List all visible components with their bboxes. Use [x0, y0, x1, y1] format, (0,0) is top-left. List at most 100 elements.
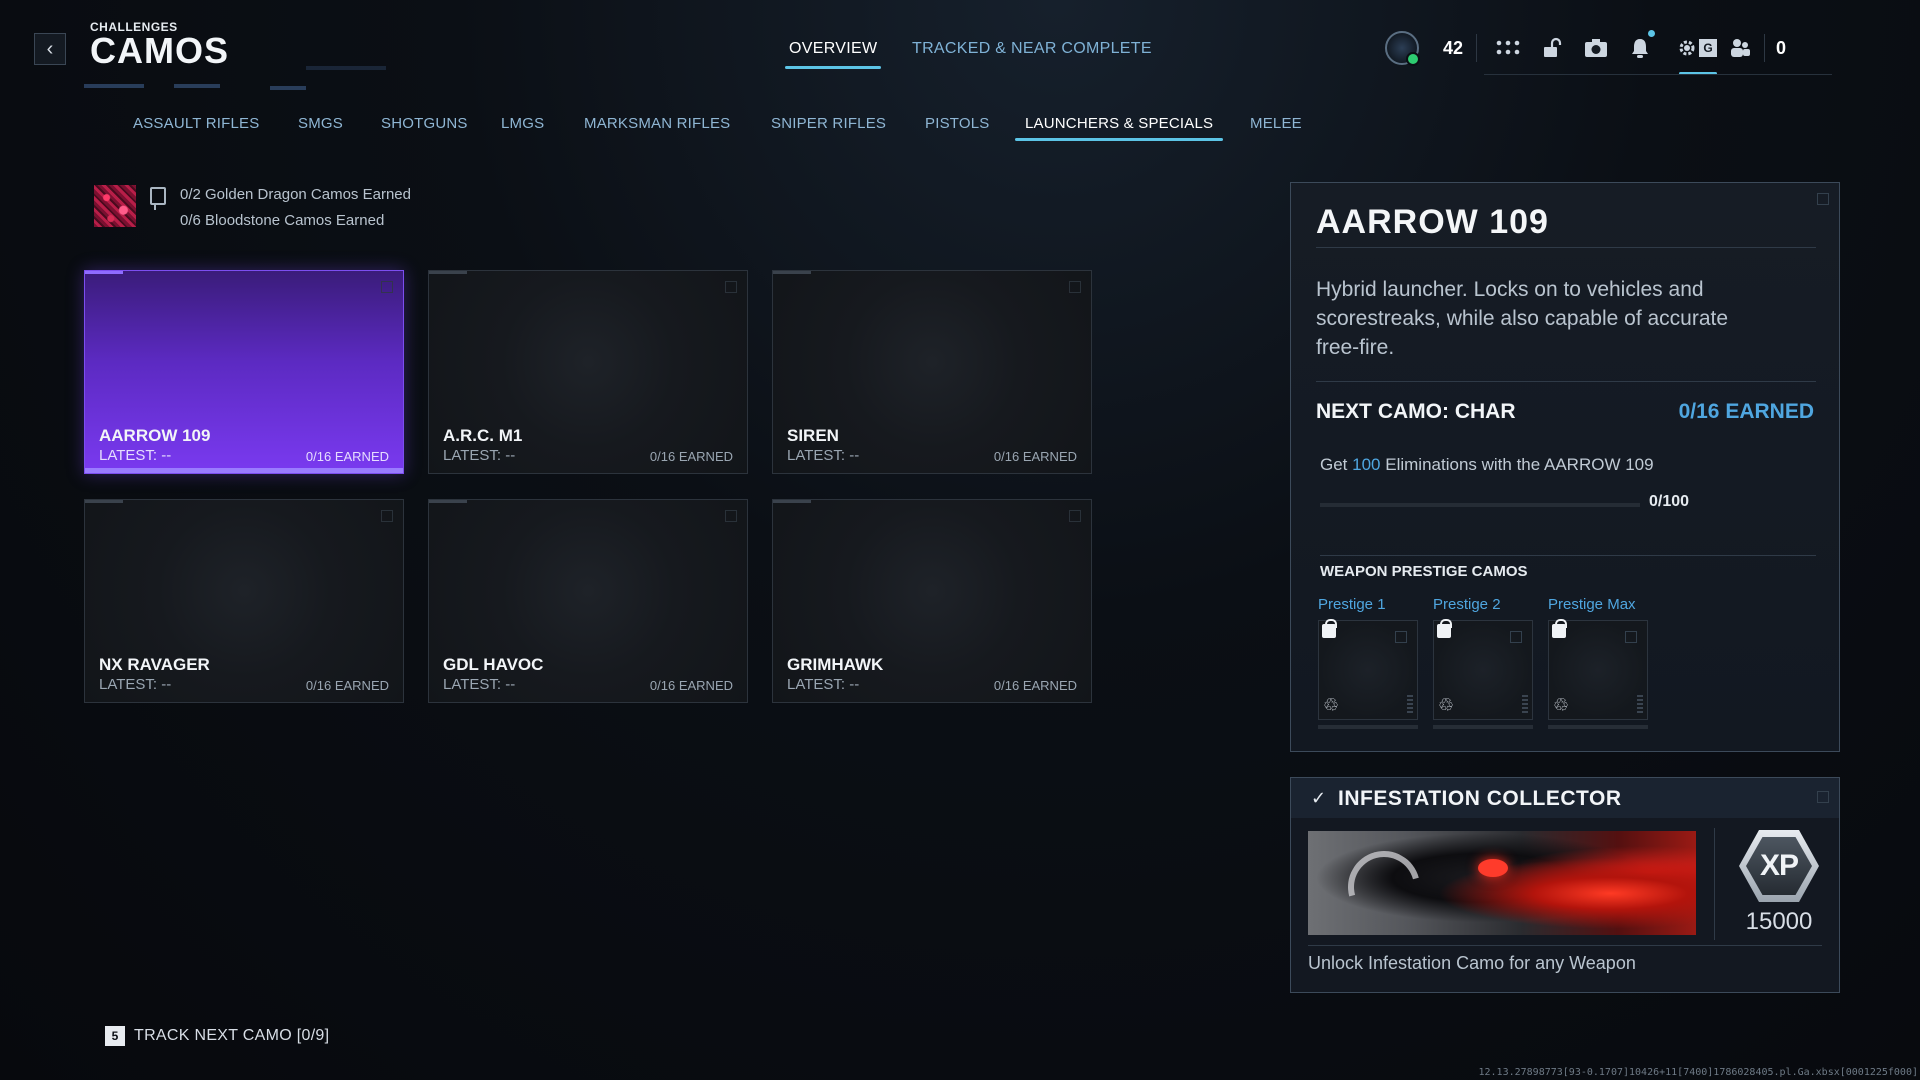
card-corner-icon [1069, 281, 1081, 293]
card-corner-icon [381, 281, 393, 293]
player-level: 42 [1442, 37, 1464, 58]
prestige-2-label: Prestige 2 [1433, 596, 1501, 613]
prestige-2-progress-bar [1433, 725, 1533, 729]
notification-dot [1648, 30, 1655, 37]
category-tab-assault-rifles[interactable]: ASSAULT RIFLES [133, 115, 259, 132]
weapon-card-nx-ravager[interactable]: NX RAVAGER LATEST: -- 0/16 EARNED [84, 499, 404, 703]
challenge-suffix: Eliminations with the AARROW 109 [1385, 455, 1654, 474]
panel-corner-icon [1817, 193, 1829, 205]
category-tab-marksman-rifles[interactable]: MARKSMAN RIFLES [584, 115, 730, 132]
title-glitch-decoration [84, 84, 144, 88]
prestige-1-camo-tile[interactable]: ♲ [1318, 619, 1418, 720]
tile-corner-icon [1395, 631, 1407, 643]
detail-description: Hybrid launcher. Locks on to vehicles an… [1316, 278, 1729, 359]
settings-badge: G [1699, 39, 1717, 57]
unlock-icon[interactable] [1534, 30, 1570, 66]
weapon-card-grimhawk[interactable]: GRIMHAWK LATEST: -- 0/16 EARNED [772, 499, 1092, 703]
grid-menu-icon[interactable] [1490, 30, 1526, 66]
challenge-prefix: Get [1320, 455, 1348, 474]
card-corner-icon [381, 510, 393, 522]
weapon-latest: LATEST: -- [787, 447, 860, 464]
category-tab-shotguns[interactable]: SHOTGUNS [381, 115, 468, 132]
next-camo-earned: 0/16 EARNED [1678, 400, 1814, 423]
track-next-camo-button[interactable]: 5 TRACK NEXT CAMO [0/9] [105, 1026, 329, 1046]
weapon-card-arc-m1[interactable]: A.R.C. M1 LATEST: -- 0/16 EARNED [428, 270, 748, 474]
card-corner-icon [725, 281, 737, 293]
weapon-card-gdl-havoc[interactable]: GDL HAVOC LATEST: -- 0/16 EARNED [428, 499, 748, 703]
weapon-name: SIREN [787, 426, 839, 445]
weapon-detail-panel: AARROW 109 Hybrid launcher. Locks on to … [1290, 182, 1840, 752]
prestige-1-label: Prestige 1 [1318, 596, 1386, 613]
weapon-earned: 0/16 EARNED [305, 678, 389, 693]
weapon-latest: LATEST: -- [443, 447, 516, 464]
reward-header: ✓ INFESTATION COLLECTOR [1291, 778, 1839, 818]
tile-side-decoration [1522, 695, 1528, 713]
infestation-camo-artwork [1308, 831, 1696, 935]
weapon-name: GRIMHAWK [787, 655, 884, 674]
xp-label: XP [1746, 837, 1812, 895]
track-next-camo-label: TRACK NEXT CAMO [0/9] [134, 1027, 330, 1044]
camo-challenge-text: Get 100 Eliminations with the AARROW 109 [1320, 455, 1654, 475]
tile-side-decoration [1407, 695, 1413, 713]
level-badge-icon[interactable] [1382, 30, 1422, 66]
panel-corner-icon [1817, 791, 1829, 803]
reward-title: INFESTATION COLLECTOR [1338, 787, 1622, 810]
lock-icon [1322, 619, 1337, 638]
card-corner-icon [725, 510, 737, 522]
currency-count: 0 [1775, 37, 1786, 58]
status-underline [1484, 74, 1832, 75]
tab-overview[interactable]: OVERVIEW [784, 40, 882, 69]
challenge-progress-text: 0/100 [1649, 493, 1690, 510]
weapon-name: AARROW 109 [99, 426, 211, 445]
category-tab-pistols[interactable]: PISTOLS [925, 115, 989, 132]
lock-icon [1552, 619, 1567, 638]
xp-badge-icon: XP [1736, 828, 1822, 904]
category-tab-smgs[interactable]: SMGS [298, 115, 343, 132]
weapon-earned: 0/16 EARNED [305, 449, 389, 464]
keybind-key: 5 [105, 1026, 125, 1046]
golden-dragon-progress: 0/2 Golden Dragon Camos Earned [180, 186, 411, 203]
mastery-camo-thumbnail [94, 185, 136, 227]
category-tab-melee[interactable]: MELEE [1250, 115, 1302, 132]
weapon-earned: 0/16 EARNED [649, 678, 733, 693]
prestige-max-label: Prestige Max [1548, 596, 1636, 613]
infestation-collector-panel[interactable]: ✓ INFESTATION COLLECTOR XP 15000 Unlock … [1290, 777, 1840, 993]
title-glitch-decoration [306, 66, 386, 70]
weapon-name: NX RAVAGER [99, 655, 210, 674]
challenge-count: 100 [1352, 455, 1381, 474]
next-camo-label: NEXT CAMO: CHAR [1316, 400, 1516, 423]
xp-amount: 15000 [1745, 908, 1813, 935]
category-tab-sniper-rifles[interactable]: SNIPER RIFLES [771, 115, 886, 132]
reward-description: Unlock Infestation Camo for any Weapon [1308, 953, 1636, 973]
weapon-earned: 0/16 EARNED [993, 678, 1077, 693]
settings-icon[interactable]: G [1672, 30, 1722, 66]
tile-corner-icon [1510, 631, 1522, 643]
prestige-emblem-icon: ♲ [1553, 695, 1570, 715]
weapon-earned: 0/16 EARNED [649, 449, 733, 464]
lock-icon [1437, 619, 1452, 638]
tab-tracked-near-complete[interactable]: TRACKED & NEAR COMPLETE [912, 40, 1152, 58]
prestige-2-camo-tile[interactable]: ♲ [1433, 619, 1533, 720]
detail-divider [1320, 555, 1816, 556]
category-tab-launchers-specials[interactable]: LAUNCHERS & SPECIALS [1014, 115, 1224, 141]
title-glitch-decoration [270, 86, 306, 90]
prestige-emblem-icon: ♲ [1323, 695, 1340, 715]
weapon-latest: LATEST: -- [443, 676, 516, 693]
category-tab-lmgs[interactable]: LMGS [501, 115, 544, 132]
camera-icon[interactable] [1578, 30, 1614, 66]
detail-divider [1316, 247, 1816, 248]
back-button[interactable]: ‹ [34, 33, 66, 65]
mastery-tracking-checkbox[interactable] [150, 187, 166, 210]
challenge-progress-bar [1320, 503, 1640, 507]
weapon-card-siren[interactable]: SIREN LATEST: -- 0/16 EARNED [772, 270, 1092, 474]
prestige-camos-header: WEAPON PRESTIGE CAMOS [1320, 563, 1528, 580]
prestige-max-progress-bar [1548, 725, 1648, 729]
reward-divider [1308, 945, 1822, 946]
bloodstone-progress: 0/6 Bloodstone Camos Earned [180, 212, 385, 229]
weapon-card-aarrow-109[interactable]: AARROW 109 LATEST: -- 0/16 EARNED [84, 270, 404, 474]
prestige-max-camo-tile[interactable]: ♲ [1548, 619, 1648, 720]
status-divider [1764, 34, 1765, 62]
social-icon[interactable] [1722, 30, 1758, 66]
status-divider [1476, 34, 1477, 62]
checkmark-icon: ✓ [1311, 788, 1327, 808]
